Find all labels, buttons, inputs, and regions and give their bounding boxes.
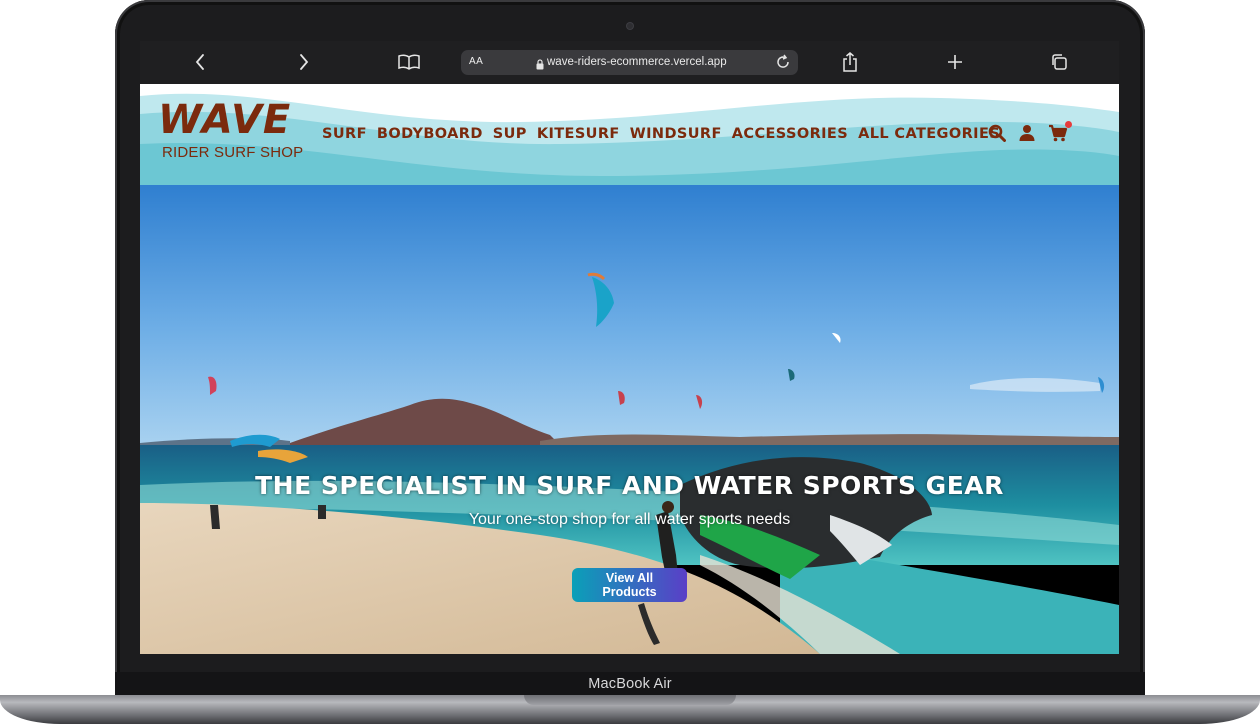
nav-item-surf[interactable]: SURF: [322, 126, 367, 142]
nav-item-kitesurf[interactable]: KITESURF: [537, 126, 620, 142]
cart-badge: [1065, 121, 1072, 128]
main-nav: SURF BODYBOARD SUP KITESURF WINDSURF ACC…: [322, 126, 1010, 142]
address-bar[interactable]: AA wave-riders-ecommerce.vercel.app: [461, 50, 798, 75]
site-header: WAVE RIDER SURF SHOP SURF BODYBOARD SUP …: [140, 84, 1119, 185]
user-icon[interactable]: [1018, 124, 1036, 147]
camera: [627, 23, 633, 29]
nav-item-accessories[interactable]: ACCESSORIES: [732, 126, 848, 142]
back-icon[interactable]: [187, 49, 213, 75]
screen: AA wave-riders-ecommerce.vercel.app WAVE…: [140, 41, 1119, 654]
logo-subtitle: RIDER SURF SHOP: [162, 144, 304, 161]
share-icon[interactable]: [837, 49, 863, 75]
nav-item-sup[interactable]: SUP: [493, 126, 527, 142]
laptop-hinge-notch: [524, 695, 736, 705]
header-actions: [988, 121, 1072, 147]
new-tab-icon[interactable]: [942, 49, 968, 75]
forward-icon[interactable]: [291, 49, 317, 75]
tabs-icon[interactable]: [1046, 49, 1072, 75]
logo-title[interactable]: WAVE: [158, 98, 291, 142]
nav-item-bodyboard[interactable]: BODYBOARD: [377, 126, 483, 142]
cart-icon[interactable]: [1048, 121, 1072, 147]
device-label: MacBook Air: [588, 676, 672, 692]
nav-item-windsurf[interactable]: WINDSURF: [630, 126, 722, 142]
browser-toolbar: AA wave-riders-ecommerce.vercel.app: [140, 41, 1119, 84]
hero-title: THE SPECIALIST IN SURF AND WATER SPORTS …: [255, 471, 1004, 500]
hero-subtitle: Your one-stop shop for all water sports …: [468, 511, 791, 528]
hero-section: THE SPECIALIST IN SURF AND WATER SPORTS …: [140, 185, 1119, 654]
reader-icon[interactable]: [396, 49, 422, 75]
url-text: wave-riders-ecommerce.vercel.app: [547, 56, 727, 68]
text-size-button[interactable]: AA: [469, 56, 483, 67]
nav-item-all-categories[interactable]: ALL CATEGORIES: [858, 126, 1000, 142]
view-all-products-button[interactable]: View All Products: [572, 568, 687, 602]
reload-icon[interactable]: [775, 54, 791, 75]
search-icon[interactable]: [988, 124, 1006, 147]
lock-icon: [536, 57, 544, 75]
